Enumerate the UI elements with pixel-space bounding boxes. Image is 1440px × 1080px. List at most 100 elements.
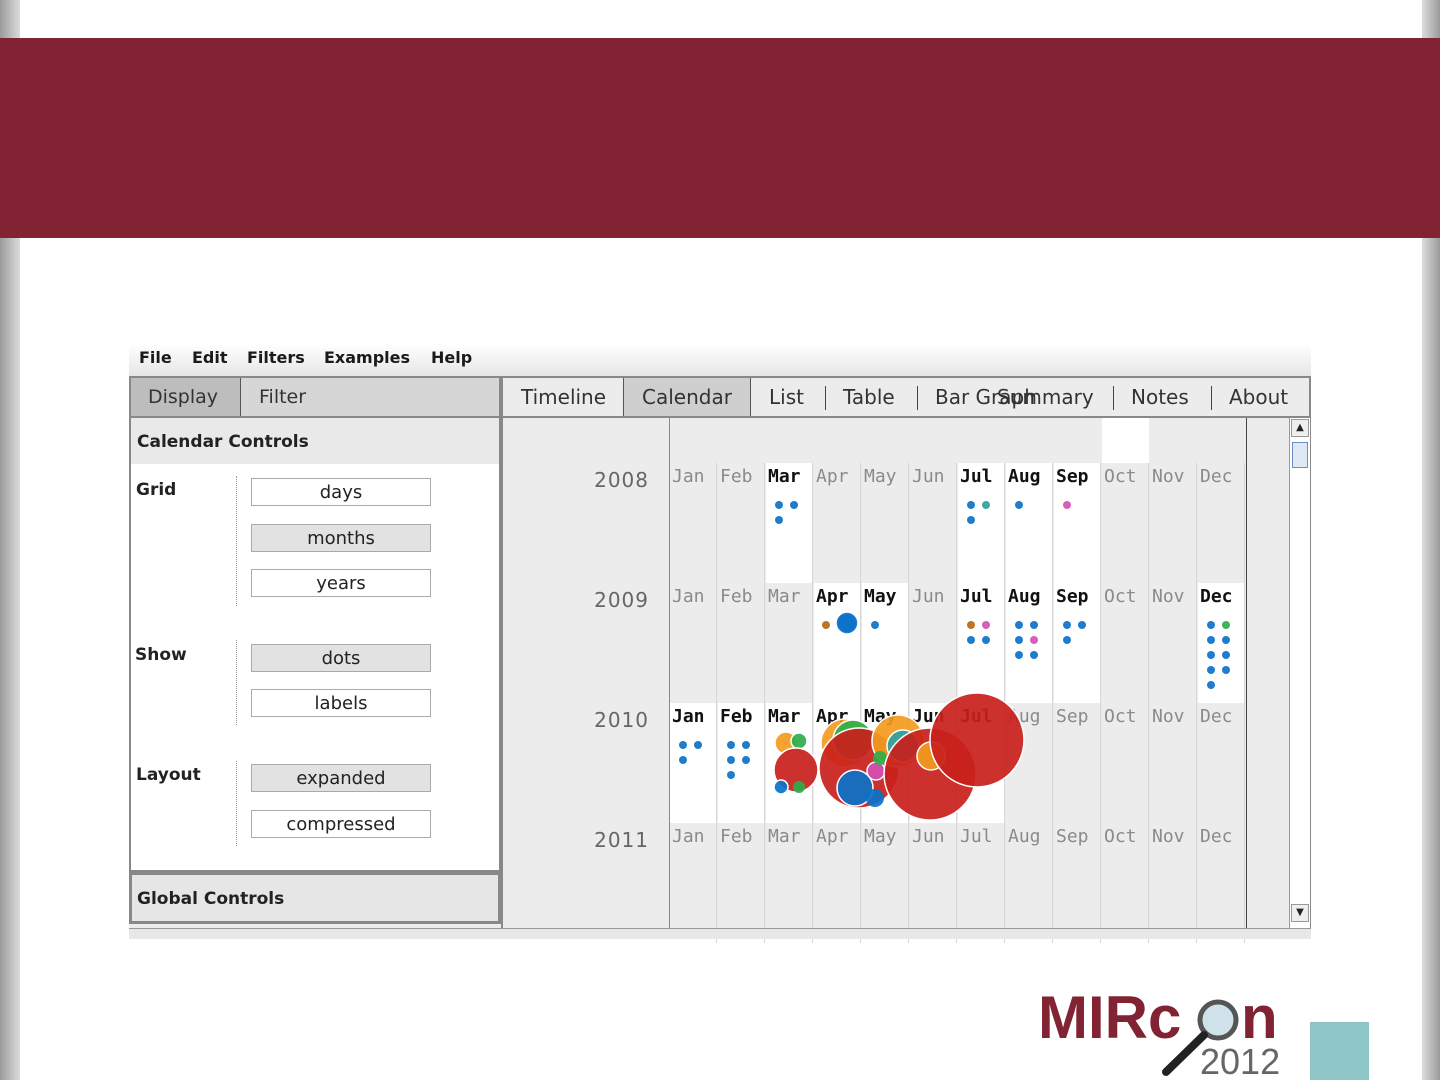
month-cell-sep-2009[interactable]: Sep [1054, 583, 1101, 703]
vertical-scrollbar[interactable]: ▲ ▼ [1289, 418, 1310, 928]
show-labels-button[interactable]: labels [251, 689, 431, 717]
tab-table[interactable]: Table [843, 378, 895, 416]
title-banner [0, 38, 1440, 238]
month-cell-nov-2010[interactable]: Nov [1150, 703, 1197, 823]
month-cell-sep-2008[interactable]: Sep [1054, 463, 1101, 583]
tab-calendar[interactable]: Calendar [623, 378, 751, 416]
month-cell-jul-2010[interactable]: Jul [958, 703, 1005, 823]
horizontal-scrollbar[interactable] [129, 928, 1311, 939]
month-cell-dec-2010[interactable]: Dec [1198, 703, 1245, 823]
layout-label: Layout [136, 765, 201, 785]
decorative-square [1310, 1022, 1369, 1080]
month-label: Apr [816, 706, 849, 727]
month-cell-nov-2008[interactable]: Nov [1150, 463, 1197, 583]
tab-summary[interactable]: Summary [997, 378, 1094, 416]
month-label: Mar [768, 586, 801, 607]
layout-compressed-button[interactable]: compressed [251, 810, 431, 838]
grid-months-button[interactable]: months [251, 524, 431, 552]
scroll-thumb[interactable] [1292, 442, 1308, 468]
month-cell-feb-2008[interactable]: Feb [718, 463, 765, 583]
scroll-up-icon[interactable]: ▲ [1291, 419, 1309, 437]
svg-text:MIRc: MIRc [1038, 984, 1181, 1051]
month-label: Feb [720, 706, 753, 727]
month-cell-jan-2009[interactable]: Jan [670, 583, 717, 703]
month-cell-may-2009[interactable]: May [862, 583, 909, 703]
month-cell-dec-2008[interactable]: Dec [1198, 463, 1245, 583]
month-cell-mar-2010[interactable]: Mar [766, 703, 813, 823]
month-cell-oct-2011[interactable]: Oct [1102, 823, 1149, 943]
month-cell-dec-2009[interactable]: Dec [1198, 583, 1245, 703]
month-cell-feb-2009[interactable]: Feb [718, 583, 765, 703]
month-label: Jun [912, 466, 945, 487]
month-label: Jan [672, 706, 705, 727]
month-cell-jan-2010[interactable]: Jan [670, 703, 717, 823]
tab-about[interactable]: About [1229, 378, 1288, 416]
month-cell-apr-2011[interactable]: Apr [814, 823, 861, 943]
month-cell-nov-2009[interactable]: Nov [1150, 583, 1197, 703]
grid-days-button[interactable]: days [251, 478, 431, 506]
month-cell-jun-2011[interactable]: Jun [910, 823, 957, 943]
tab-filter[interactable]: Filter [259, 378, 306, 416]
month-label: Feb [720, 826, 753, 847]
month-cell-aug-2009[interactable]: Aug [1006, 583, 1053, 703]
tab-timeline[interactable]: Timeline [521, 378, 606, 416]
month-cell-mar-2008[interactable]: Mar [766, 463, 813, 583]
month-cell-aug-2011[interactable]: Aug [1006, 823, 1053, 943]
month-cell-aug-2010[interactable]: Aug [1006, 703, 1053, 823]
month-cell-jun-2009[interactable]: Jun [910, 583, 957, 703]
month-label: Sep [1056, 706, 1089, 727]
month-cell-oct-2009[interactable]: Oct [1102, 583, 1149, 703]
grid-years-button[interactable]: years [251, 569, 431, 597]
menu-help[interactable]: Help [431, 348, 472, 367]
month-cell-jan-2008[interactable]: Jan [670, 463, 717, 583]
month-cell-jul-2008[interactable]: Jul [958, 463, 1005, 583]
month-label: Dec [1200, 586, 1233, 607]
month-cell-aug-2008[interactable]: Aug [1006, 463, 1053, 583]
month-cell-jul-2009[interactable]: Jul [958, 583, 1005, 703]
month-grid: Jan Feb Mar Apr May Jun Jul Aug Sep Oct Nov Dec Jan F… [670, 418, 1246, 943]
month-label: Oct [1104, 826, 1137, 847]
tab-separator [1211, 386, 1212, 410]
left-panel: Display Filter Calendar Controls Grid da… [129, 376, 501, 938]
month-cell-dec-2011[interactable]: Dec [1198, 823, 1245, 943]
right-panel: Timeline Calendar List Table Bar Graph S… [501, 376, 1311, 943]
menu-examples[interactable]: Examples [324, 348, 410, 367]
menu-edit[interactable]: Edit [192, 348, 228, 367]
month-label: May [864, 466, 897, 487]
tab-list[interactable]: List [769, 378, 804, 416]
month-label: Jun [912, 586, 945, 607]
month-cell-sep-2011[interactable]: Sep [1054, 823, 1101, 943]
month-label: Jul [960, 586, 993, 607]
month-cell-jun-2008[interactable]: Jun [910, 463, 957, 583]
tab-display[interactable]: Display [131, 378, 241, 416]
month-label: Oct [1104, 706, 1137, 727]
menu-file[interactable]: File [139, 348, 172, 367]
month-label: Dec [1200, 466, 1233, 487]
month-cell-mar-2011[interactable]: Mar [766, 823, 813, 943]
mircon-logo: MIRc n 2012 [1038, 984, 1280, 1080]
month-cell-nov-2011[interactable]: Nov [1150, 823, 1197, 943]
layout-expanded-button[interactable]: expanded [251, 764, 431, 792]
menu-filters[interactable]: Filters [247, 348, 305, 367]
month-cell-oct-2008[interactable]: Oct [1102, 463, 1149, 583]
scroll-down-icon[interactable]: ▼ [1291, 904, 1309, 922]
month-cell-may-2008[interactable]: May [862, 463, 909, 583]
month-cell-apr-2008[interactable]: Apr [814, 463, 861, 583]
month-cell-may-2010[interactable]: May [862, 703, 909, 823]
grid-margin [1247, 418, 1291, 928]
tab-notes[interactable]: Notes [1131, 378, 1189, 416]
month-cell-may-2011[interactable]: May [862, 823, 909, 943]
month-cell-jan-2011[interactable]: Jan [670, 823, 717, 943]
view-tab-bar: Timeline Calendar List Table Bar Graph S… [501, 376, 1311, 418]
month-cell-apr-2010[interactable]: Apr [814, 703, 861, 823]
month-cell-oct-2010[interactable]: Oct [1102, 703, 1149, 823]
month-cell-jun-2010[interactable]: Jun [910, 703, 957, 823]
month-cell-apr-2009[interactable]: Apr [814, 583, 861, 703]
show-dots-button[interactable]: dots [251, 644, 431, 672]
month-cell-sep-2010[interactable]: Sep [1054, 703, 1101, 823]
month-cell-jul-2011[interactable]: Jul [958, 823, 1005, 943]
global-controls-panel[interactable]: Global Controls [129, 872, 501, 924]
month-cell-feb-2010[interactable]: Feb [718, 703, 765, 823]
month-cell-mar-2009[interactable]: Mar [766, 583, 813, 703]
month-cell-feb-2011[interactable]: Feb [718, 823, 765, 943]
